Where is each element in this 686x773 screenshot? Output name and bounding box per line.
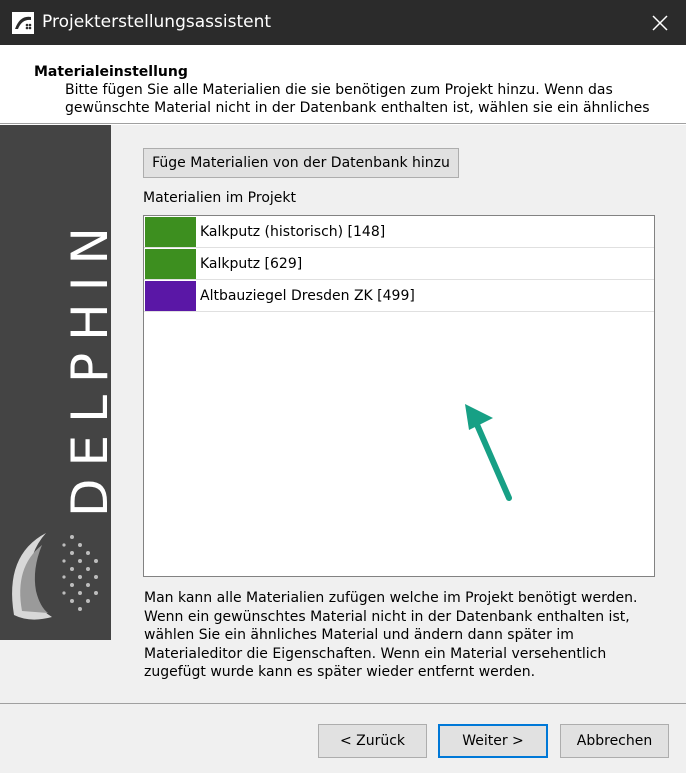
info-line: Man kann alle Materialien zufügen welche…: [144, 590, 638, 606]
delphin-logo: DELPHIN: [0, 125, 111, 640]
add-materials-button[interactable]: Füge Materialien von der Datenbank hinzu: [143, 148, 459, 178]
info-line: Materialeditor die Eigenschaften. Wenn e…: [144, 645, 607, 662]
next-button[interactable]: Weiter >: [438, 724, 548, 758]
description-line: Bitte fügen Sie alle Materialien die sie…: [65, 82, 613, 98]
delphin-logo-text: DELPHIN: [61, 215, 111, 517]
title-bar: Projekterstellungsassistent: [0, 0, 686, 45]
delphin-app-icon: [12, 12, 34, 34]
list-item[interactable]: Kalkputz [629]: [144, 248, 654, 280]
materials-list-label: Materialien im Projekt: [143, 190, 296, 206]
back-button[interactable]: < Zurück: [318, 724, 427, 758]
page-title: Materialeinstellung: [34, 64, 188, 80]
close-icon[interactable]: [642, 8, 678, 38]
wizard-header: Materialeinstellung Bitte fügen Sie alle…: [0, 45, 686, 124]
material-color-swatch: [145, 281, 196, 311]
annotation-arrow-icon: [465, 404, 512, 501]
material-name: Kalkputz (historisch) [148]: [200, 224, 386, 240]
wizard-footer: < Zurück Weiter > Abbrechen: [0, 703, 686, 773]
list-item[interactable]: Altbauziegel Dresden ZK [499]: [144, 280, 654, 312]
delphin-sidebar: DELPHIN: [0, 125, 111, 640]
info-line: zugefügt wurde kann es später wieder ent…: [144, 664, 536, 680]
info-line: Wenn ein gewünschtes Material nicht in d…: [144, 608, 630, 625]
list-item[interactable]: Kalkputz (historisch) [148]: [144, 216, 654, 248]
info-line: wählen Sie ein ähnliches Material und än…: [144, 627, 574, 643]
material-name: Altbauziegel Dresden ZK [499]: [200, 288, 415, 304]
material-color-swatch: [145, 249, 196, 279]
material-name: Kalkputz [629]: [200, 256, 303, 272]
info-text: Man kann alle Materialien zufügen welche…: [144, 589, 664, 682]
wizard-content: DELPHIN Füge Materialien von der Datenba…: [0, 125, 686, 703]
description-line: gewünschte Material nicht in der Datenba…: [65, 100, 650, 116]
window-title: Projekterstellungsassistent: [42, 12, 272, 32]
page-description: Bitte fügen Sie alle Materialien die sie…: [65, 81, 677, 117]
material-color-swatch: [145, 217, 196, 247]
materials-list[interactable]: Kalkputz (historisch) [148] Kalkputz [62…: [143, 215, 655, 577]
cancel-button[interactable]: Abbrechen: [560, 724, 669, 758]
